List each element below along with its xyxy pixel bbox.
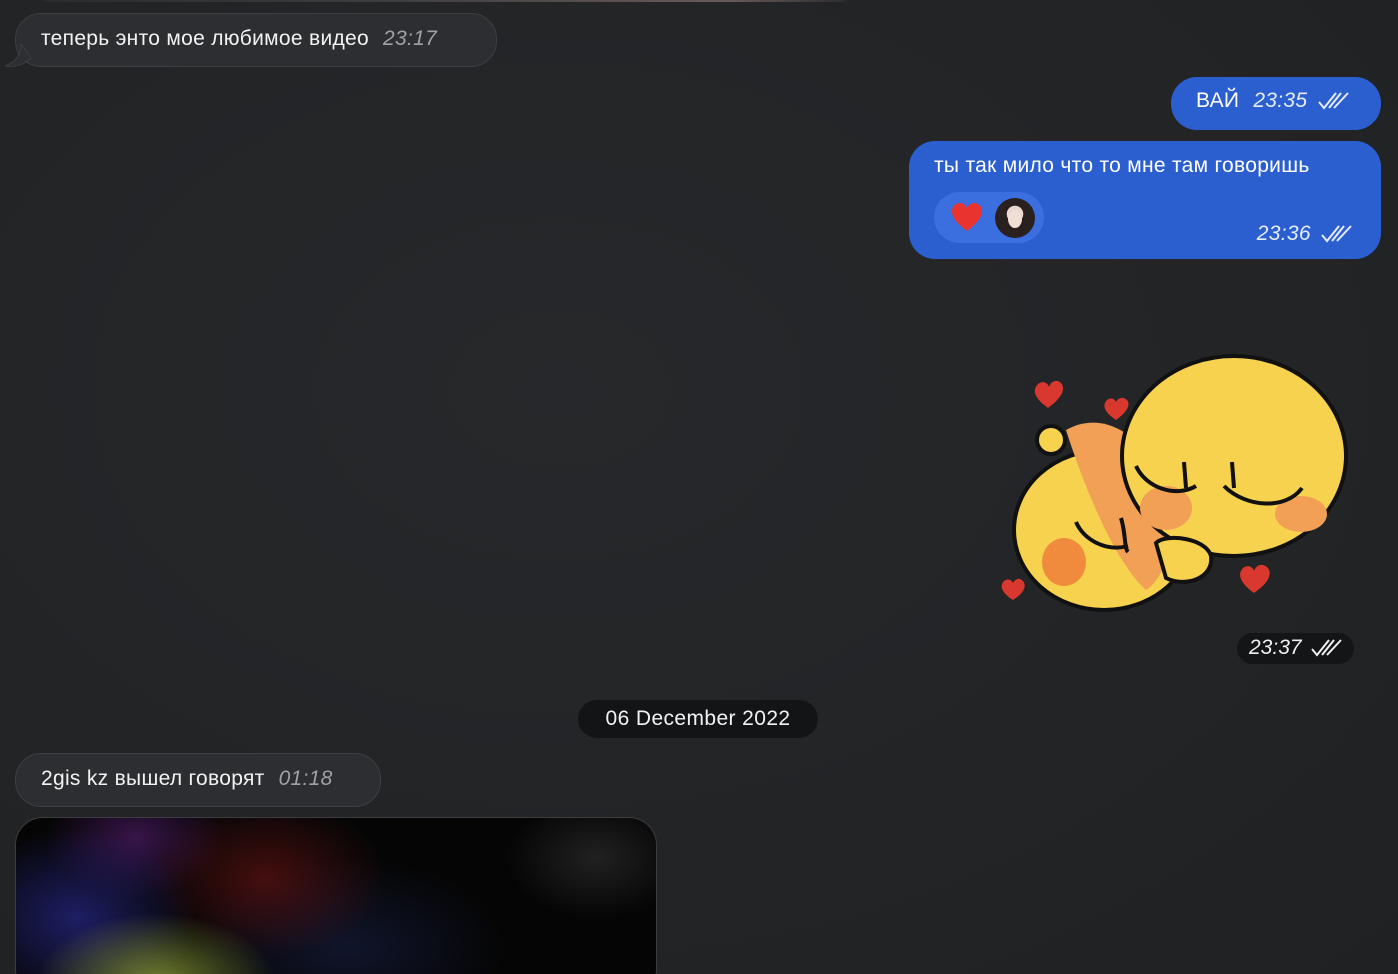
incoming-message[interactable]: теперь энто мое любимое видео 23:17 — [15, 13, 497, 67]
reaction-pill[interactable] — [934, 192, 1044, 243]
message-text: теперь энто мое любимое видео — [41, 27, 369, 50]
message-time: 23:37 — [1249, 636, 1302, 659]
outgoing-message[interactable]: ВАЙ 23:35 — [1171, 77, 1381, 130]
message-time: 23:17 — [383, 27, 438, 50]
heart-icon — [952, 203, 982, 231]
double-check-icon — [1317, 92, 1349, 111]
message-text: ВАЙ — [1196, 89, 1240, 112]
message-text: ты так мило что то мне там говоришь — [934, 154, 1310, 177]
outgoing-message[interactable]: ты так мило что то мне там говоришь 23:3… — [909, 141, 1381, 259]
message-time: 23:35 — [1253, 89, 1308, 112]
sticker-time: 23:37 — [1237, 633, 1354, 664]
message-time: 01:18 — [278, 767, 333, 790]
video-preview[interactable] — [15, 817, 657, 974]
bubble-tail — [5, 44, 31, 67]
double-check-icon — [1311, 639, 1343, 658]
message-meta: 23:36 — [1243, 222, 1353, 246]
message-text: 2gis kz вышел говорят — [41, 767, 265, 790]
message-time: 23:36 — [1256, 222, 1311, 245]
date-separator: 06 December 2022 — [578, 700, 818, 738]
previous-media-edge[interactable] — [40, 0, 850, 2]
avatar[interactable] — [995, 198, 1035, 238]
hugging-sticker[interactable] — [996, 338, 1356, 618]
chat-area[interactable]: теперь энто мое любимое видео 23:17 ВАЙ 23… — [0, 0, 1398, 974]
incoming-message[interactable]: 2gis kz вышел говорят 01:18 — [15, 753, 381, 807]
double-check-icon — [1321, 225, 1352, 244]
